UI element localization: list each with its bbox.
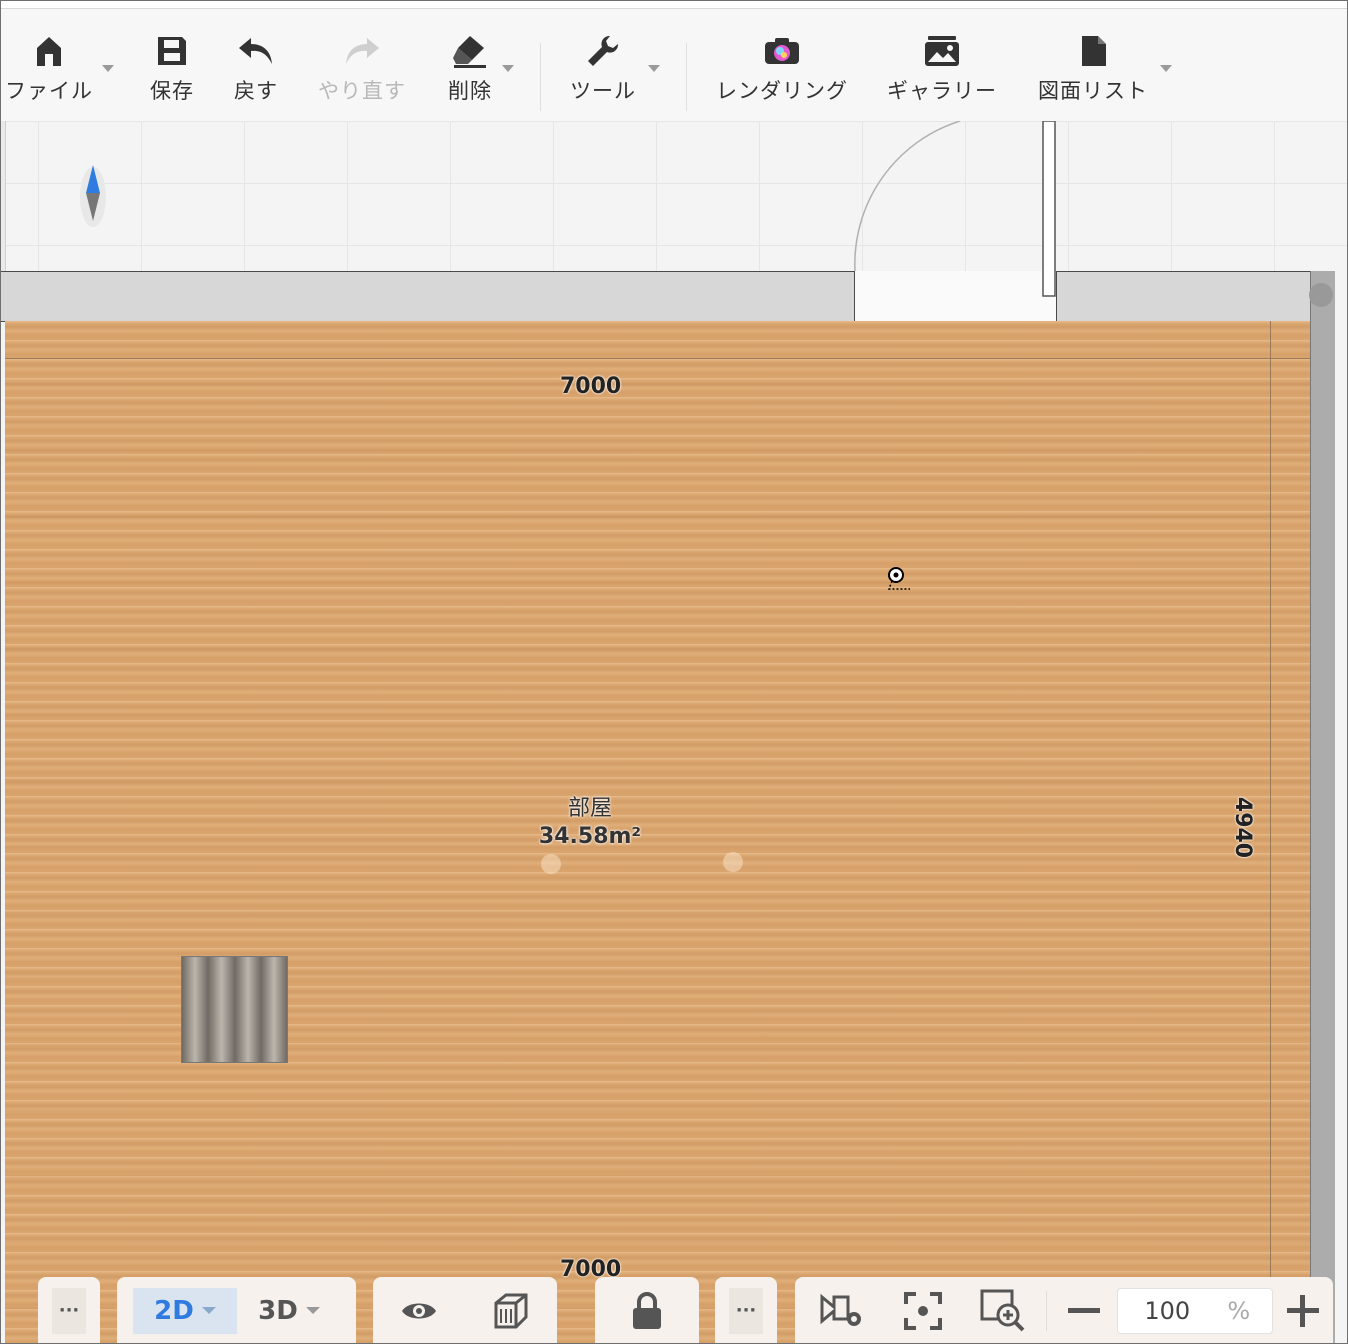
tools-label: ツール	[570, 79, 636, 103]
display-group	[373, 1277, 557, 1344]
cube-icon	[494, 1293, 528, 1328]
delete-dropdown-caret[interactable]	[502, 65, 514, 72]
left-edge-strip	[0, 121, 6, 271]
toolbar-separator	[686, 43, 687, 111]
eraser-icon	[452, 33, 488, 69]
floor-plan-canvas[interactable]: 7000 4940 7000 部屋 34.58m²	[0, 121, 1348, 1344]
save-icon	[156, 33, 188, 69]
main-toolbar: ファイル 保存 戻す やり直す 削除 ツール レンダリング ギャラリー 図面リス…	[0, 9, 1348, 121]
more-options-button[interactable]: ···	[729, 1287, 763, 1334]
drawing-list-button[interactable]: 図面リスト	[1034, 9, 1152, 121]
compass-icon[interactable]	[78, 161, 108, 233]
window-top-bar	[0, 0, 1348, 9]
dimension-line-right	[1270, 321, 1271, 1344]
drawing-list-dropdown-caret[interactable]	[1160, 65, 1172, 72]
undo-label: 戻す	[234, 79, 278, 103]
chevron-down-icon	[201, 1307, 216, 1314]
delete-label: 削除	[448, 79, 492, 103]
background-grid	[0, 121, 1348, 271]
document-icon	[1078, 33, 1108, 69]
undo-icon	[237, 33, 275, 69]
file-button[interactable]: ファイル	[4, 9, 94, 121]
redo-button[interactable]: やり直す	[312, 9, 412, 121]
room-label[interactable]: 部屋 34.58m²	[480, 795, 700, 851]
zoom-in-button[interactable]	[1273, 1288, 1333, 1334]
visibility-button[interactable]	[389, 1288, 449, 1334]
lock-group	[595, 1277, 699, 1344]
view-mode-group: 2D 3D	[117, 1277, 356, 1344]
pointer-cursor-icon	[886, 567, 912, 595]
view-2d-button[interactable]: 2D	[133, 1287, 237, 1334]
tools-button[interactable]: ツール	[566, 9, 640, 121]
camera-settings-icon	[820, 1293, 861, 1326]
zoom-unit: %	[1227, 1296, 1251, 1325]
dimension-right[interactable]: 4940	[1230, 797, 1255, 858]
zoom-value: 100	[1144, 1296, 1191, 1325]
room-area: 34.58m²	[538, 824, 642, 849]
more-options-button[interactable]: ···	[52, 1287, 86, 1334]
room-name: 部屋	[567, 796, 612, 821]
door-swing-arc	[854, 121, 1056, 321]
right-wall[interactable]	[1310, 271, 1335, 1344]
more-options-group-mid: ···	[715, 1277, 777, 1344]
gallery-label: ギャラリー	[887, 79, 997, 103]
file-dropdown-caret[interactable]	[102, 65, 114, 72]
view-3d-label: 3D	[258, 1295, 298, 1326]
lock-icon	[633, 1291, 661, 1329]
redo-icon	[343, 33, 381, 69]
minus-icon	[1068, 1307, 1101, 1313]
radiator-object[interactable]	[181, 956, 288, 1063]
undo-button[interactable]: 戻す	[224, 9, 288, 121]
zoom-fit-button[interactable]	[963, 1288, 1043, 1334]
gallery-button[interactable]: ギャラリー	[882, 9, 1002, 121]
dimension-line-top	[5, 358, 1310, 359]
plus-icon	[1287, 1294, 1320, 1327]
eye-icon	[402, 1303, 436, 1318]
camera-settings-button[interactable]	[803, 1288, 883, 1334]
camera-zoom-group: 100 %	[795, 1277, 1333, 1344]
drawing-list-label: 図面リスト	[1038, 79, 1148, 103]
top-wall-left[interactable]	[0, 271, 855, 322]
chevron-down-icon	[305, 1307, 320, 1314]
view-3d-button[interactable]: 3D	[237, 1288, 341, 1334]
focus-icon	[903, 1291, 942, 1330]
tools-dropdown-caret[interactable]	[648, 65, 660, 72]
toolbar-separator	[540, 43, 541, 111]
lock-button[interactable]	[617, 1288, 677, 1334]
wall-display-button[interactable]	[481, 1288, 541, 1334]
zoom-input[interactable]: 100 %	[1117, 1287, 1274, 1334]
room-handle[interactable]	[541, 854, 561, 874]
rendering-button[interactable]: レンダリング	[712, 9, 852, 121]
wrench-icon	[586, 33, 620, 69]
more-options-group-left: ···	[38, 1277, 100, 1344]
top-wall-right[interactable]	[1056, 271, 1318, 322]
focus-button[interactable]	[883, 1288, 963, 1334]
save-button[interactable]: 保存	[140, 9, 204, 121]
view-2d-label: 2D	[154, 1295, 194, 1326]
zoom-out-button[interactable]	[1051, 1288, 1117, 1334]
file-label: ファイル	[5, 79, 93, 103]
camera-icon	[763, 33, 801, 69]
rendering-label: レンダリング	[716, 79, 848, 103]
wall-corner-handle[interactable]	[1309, 283, 1333, 307]
save-label: 保存	[150, 79, 194, 103]
zoom-search-icon	[980, 1289, 1024, 1331]
room-handle[interactable]	[723, 852, 743, 872]
gallery-icon	[923, 33, 961, 69]
delete-button[interactable]: 削除	[438, 9, 502, 121]
home-icon	[34, 33, 64, 69]
dimension-top[interactable]: 7000	[560, 374, 621, 399]
zoom-separator	[1046, 1290, 1048, 1331]
redo-label: やり直す	[318, 79, 406, 103]
